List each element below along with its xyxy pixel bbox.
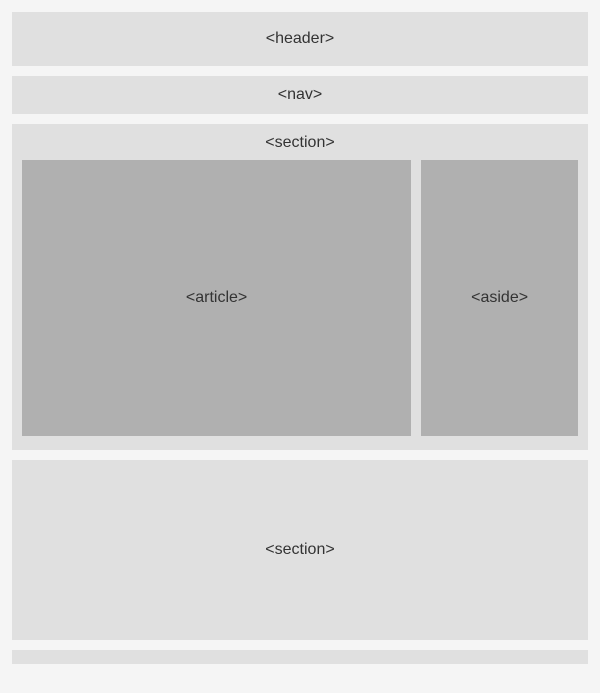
footer-peek (12, 650, 588, 664)
article-label: <article> (186, 289, 247, 307)
nav-block: <nav> (12, 76, 588, 114)
nav-label: <nav> (278, 86, 322, 104)
section1-row: <article> <aside> (22, 160, 578, 436)
section1-label: <section> (265, 134, 334, 151)
section-block-2: <section> (12, 460, 588, 640)
section1-label-wrap: <section> (22, 134, 578, 152)
header-block: <header> (12, 12, 588, 66)
section-block-1: <section> <article> <aside> (12, 124, 588, 450)
article-block: <article> (22, 160, 411, 436)
section2-label: <section> (265, 541, 334, 559)
aside-label: <aside> (471, 289, 528, 307)
aside-block: <aside> (421, 160, 578, 436)
header-label: <header> (266, 30, 335, 48)
